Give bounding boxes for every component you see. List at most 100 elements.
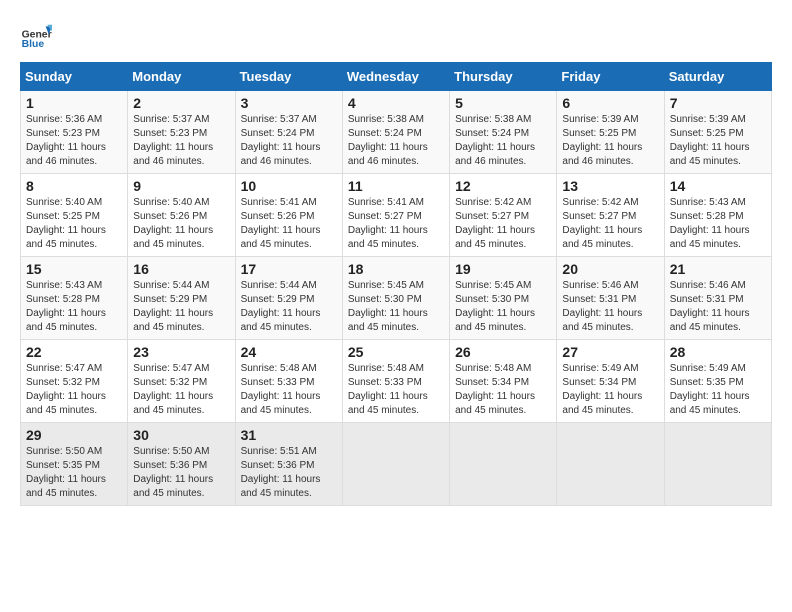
day-number: 25 xyxy=(348,344,444,360)
day-info: Sunrise: 5:39 AMSunset: 5:25 PMDaylight:… xyxy=(562,113,658,169)
day-info: Sunrise: 5:41 AMSunset: 5:27 PMDaylight:… xyxy=(348,196,444,252)
calendar-cell: 10 Sunrise: 5:41 AMSunset: 5:26 PMDayligh… xyxy=(235,174,342,257)
calendar-cell: 4Sunrise: 5:38 AMSunset: 5:24 PMDaylight… xyxy=(342,91,449,174)
calendar-cell: 19 Sunrise: 5:45 AMSunset: 5:30 PMDayligh… xyxy=(450,257,557,340)
day-number: 28 xyxy=(670,344,766,360)
day-number: 10 xyxy=(241,178,337,194)
day-info: Sunrise: 5:49 AMSunset: 5:34 PMDaylight:… xyxy=(562,362,658,418)
day-info: Sunrise: 5:45 AMSunset: 5:30 PMDaylight:… xyxy=(348,279,444,335)
day-info: Sunrise: 5:43 AMSunset: 5:28 PMDaylight:… xyxy=(670,196,766,252)
day-number: 17 xyxy=(241,261,337,277)
calendar-cell: 28 Sunrise: 5:49 AMSunset: 5:35 PMDayligh… xyxy=(664,340,771,423)
day-info: Sunrise: 5:48 AMSunset: 5:34 PMDaylight:… xyxy=(455,362,551,418)
day-number: 2 xyxy=(133,95,229,111)
day-number: 23 xyxy=(133,344,229,360)
calendar-cell: 17 Sunrise: 5:44 AMSunset: 5:29 PMDayligh… xyxy=(235,257,342,340)
calendar-cell: 26 Sunrise: 5:48 AMSunset: 5:34 PMDayligh… xyxy=(450,340,557,423)
day-number: 30 xyxy=(133,427,229,443)
header-monday: Monday xyxy=(128,63,235,91)
day-info: Sunrise: 5:50 AMSunset: 5:35 PMDaylight:… xyxy=(26,445,122,501)
day-info: Sunrise: 5:47 AMSunset: 5:32 PMDaylight:… xyxy=(26,362,122,418)
calendar-cell: 23 Sunrise: 5:47 AMSunset: 5:32 PMDayligh… xyxy=(128,340,235,423)
calendar-cell: 31Sunrise: 5:51 AMSunset: 5:36 PMDayligh… xyxy=(235,423,342,506)
calendar-cell: 12Sunrise: 5:42 AMSunset: 5:27 PMDayligh… xyxy=(450,174,557,257)
day-info: Sunrise: 5:40 AMSunset: 5:26 PMDaylight:… xyxy=(133,196,229,252)
day-info: Sunrise: 5:45 AMSunset: 5:30 PMDaylight:… xyxy=(455,279,551,335)
calendar-cell: 9 Sunrise: 5:40 AMSunset: 5:26 PMDaylight… xyxy=(128,174,235,257)
day-number: 3 xyxy=(241,95,337,111)
day-info: Sunrise: 5:46 AMSunset: 5:31 PMDaylight:… xyxy=(670,279,766,335)
day-info: Sunrise: 5:42 AMSunset: 5:27 PMDaylight:… xyxy=(562,196,658,252)
calendar-cell xyxy=(557,423,664,506)
day-info: Sunrise: 5:47 AMSunset: 5:32 PMDaylight:… xyxy=(133,362,229,418)
day-number: 31 xyxy=(241,427,337,443)
day-number: 9 xyxy=(133,178,229,194)
calendar-cell: 14 Sunrise: 5:43 AMSunset: 5:28 PMDayligh… xyxy=(664,174,771,257)
day-number: 8 xyxy=(26,178,122,194)
day-number: 11 xyxy=(348,178,444,194)
day-number: 14 xyxy=(670,178,766,194)
svg-text:Blue: Blue xyxy=(22,39,45,50)
calendar-header-row: SundayMondayTuesdayWednesdayThursdayFrid… xyxy=(21,63,772,91)
day-info: Sunrise: 5:36 AMSunset: 5:23 PMDaylight:… xyxy=(26,113,122,169)
calendar-cell: 30 Sunrise: 5:50 AMSunset: 5:36 PMDayligh… xyxy=(128,423,235,506)
day-info: Sunrise: 5:38 AMSunset: 5:24 PMDaylight:… xyxy=(348,113,444,169)
day-number: 13 xyxy=(562,178,658,194)
day-info: Sunrise: 5:38 AMSunset: 5:24 PMDaylight:… xyxy=(455,113,551,169)
calendar-table: SundayMondayTuesdayWednesdayThursdayFrid… xyxy=(20,62,772,506)
calendar-cell: 22 Sunrise: 5:47 AMSunset: 5:32 PMDayligh… xyxy=(21,340,128,423)
day-number: 18 xyxy=(348,261,444,277)
week-row-5: 29 Sunrise: 5:50 AMSunset: 5:35 PMDayligh… xyxy=(21,423,772,506)
day-info: Sunrise: 5:48 AMSunset: 5:33 PMDaylight:… xyxy=(241,362,337,418)
header-saturday: Saturday xyxy=(664,63,771,91)
day-number: 22 xyxy=(26,344,122,360)
day-number: 7 xyxy=(670,95,766,111)
calendar-cell: 7 Sunrise: 5:39 AMSunset: 5:25 PMDaylight… xyxy=(664,91,771,174)
calendar-cell: 21 Sunrise: 5:46 AMSunset: 5:31 PMDayligh… xyxy=(664,257,771,340)
day-number: 12 xyxy=(455,178,551,194)
day-number: 29 xyxy=(26,427,122,443)
calendar-cell: 2 Sunrise: 5:37 AMSunset: 5:23 PMDaylight… xyxy=(128,91,235,174)
day-number: 20 xyxy=(562,261,658,277)
day-number: 19 xyxy=(455,261,551,277)
calendar-cell: 5 Sunrise: 5:38 AMSunset: 5:24 PMDaylight… xyxy=(450,91,557,174)
logo: General Blue xyxy=(20,20,52,52)
calendar-cell: 29 Sunrise: 5:50 AMSunset: 5:35 PMDayligh… xyxy=(21,423,128,506)
week-row-2: 8 Sunrise: 5:40 AMSunset: 5:25 PMDaylight… xyxy=(21,174,772,257)
week-row-3: 15Sunrise: 5:43 AMSunset: 5:28 PMDayligh… xyxy=(21,257,772,340)
day-number: 6 xyxy=(562,95,658,111)
calendar-cell: 24 Sunrise: 5:48 AMSunset: 5:33 PMDayligh… xyxy=(235,340,342,423)
calendar-cell: 6 Sunrise: 5:39 AMSunset: 5:25 PMDaylight… xyxy=(557,91,664,174)
calendar-cell: 15Sunrise: 5:43 AMSunset: 5:28 PMDayligh… xyxy=(21,257,128,340)
calendar-cell: 13 Sunrise: 5:42 AMSunset: 5:27 PMDayligh… xyxy=(557,174,664,257)
day-info: Sunrise: 5:40 AMSunset: 5:25 PMDaylight:… xyxy=(26,196,122,252)
day-info: Sunrise: 5:37 AMSunset: 5:24 PMDaylight:… xyxy=(241,113,337,169)
header-sunday: Sunday xyxy=(21,63,128,91)
header-wednesday: Wednesday xyxy=(342,63,449,91)
day-number: 21 xyxy=(670,261,766,277)
day-number: 24 xyxy=(241,344,337,360)
day-info: Sunrise: 5:39 AMSunset: 5:25 PMDaylight:… xyxy=(670,113,766,169)
day-info: Sunrise: 5:48 AMSunset: 5:33 PMDaylight:… xyxy=(348,362,444,418)
week-row-4: 22 Sunrise: 5:47 AMSunset: 5:32 PMDayligh… xyxy=(21,340,772,423)
calendar-cell xyxy=(342,423,449,506)
calendar-cell: 20Sunrise: 5:46 AMSunset: 5:31 PMDayligh… xyxy=(557,257,664,340)
day-info: Sunrise: 5:37 AMSunset: 5:23 PMDaylight:… xyxy=(133,113,229,169)
day-number: 16 xyxy=(133,261,229,277)
day-info: Sunrise: 5:41 AMSunset: 5:26 PMDaylight:… xyxy=(241,196,337,252)
day-info: Sunrise: 5:44 AMSunset: 5:29 PMDaylight:… xyxy=(241,279,337,335)
day-number: 5 xyxy=(455,95,551,111)
week-row-1: 1 Sunrise: 5:36 AMSunset: 5:23 PMDaylight… xyxy=(21,91,772,174)
day-number: 1 xyxy=(26,95,122,111)
day-info: Sunrise: 5:43 AMSunset: 5:28 PMDaylight:… xyxy=(26,279,122,335)
calendar-cell: 8 Sunrise: 5:40 AMSunset: 5:25 PMDaylight… xyxy=(21,174,128,257)
day-info: Sunrise: 5:49 AMSunset: 5:35 PMDaylight:… xyxy=(670,362,766,418)
calendar-cell: 11 Sunrise: 5:41 AMSunset: 5:27 PMDayligh… xyxy=(342,174,449,257)
day-info: Sunrise: 5:50 AMSunset: 5:36 PMDaylight:… xyxy=(133,445,229,501)
header-friday: Friday xyxy=(557,63,664,91)
header: General Blue xyxy=(20,20,772,52)
day-number: 26 xyxy=(455,344,551,360)
calendar-cell: 27Sunrise: 5:49 AMSunset: 5:34 PMDayligh… xyxy=(557,340,664,423)
calendar-cell xyxy=(664,423,771,506)
calendar-cell: 18 Sunrise: 5:45 AMSunset: 5:30 PMDayligh… xyxy=(342,257,449,340)
